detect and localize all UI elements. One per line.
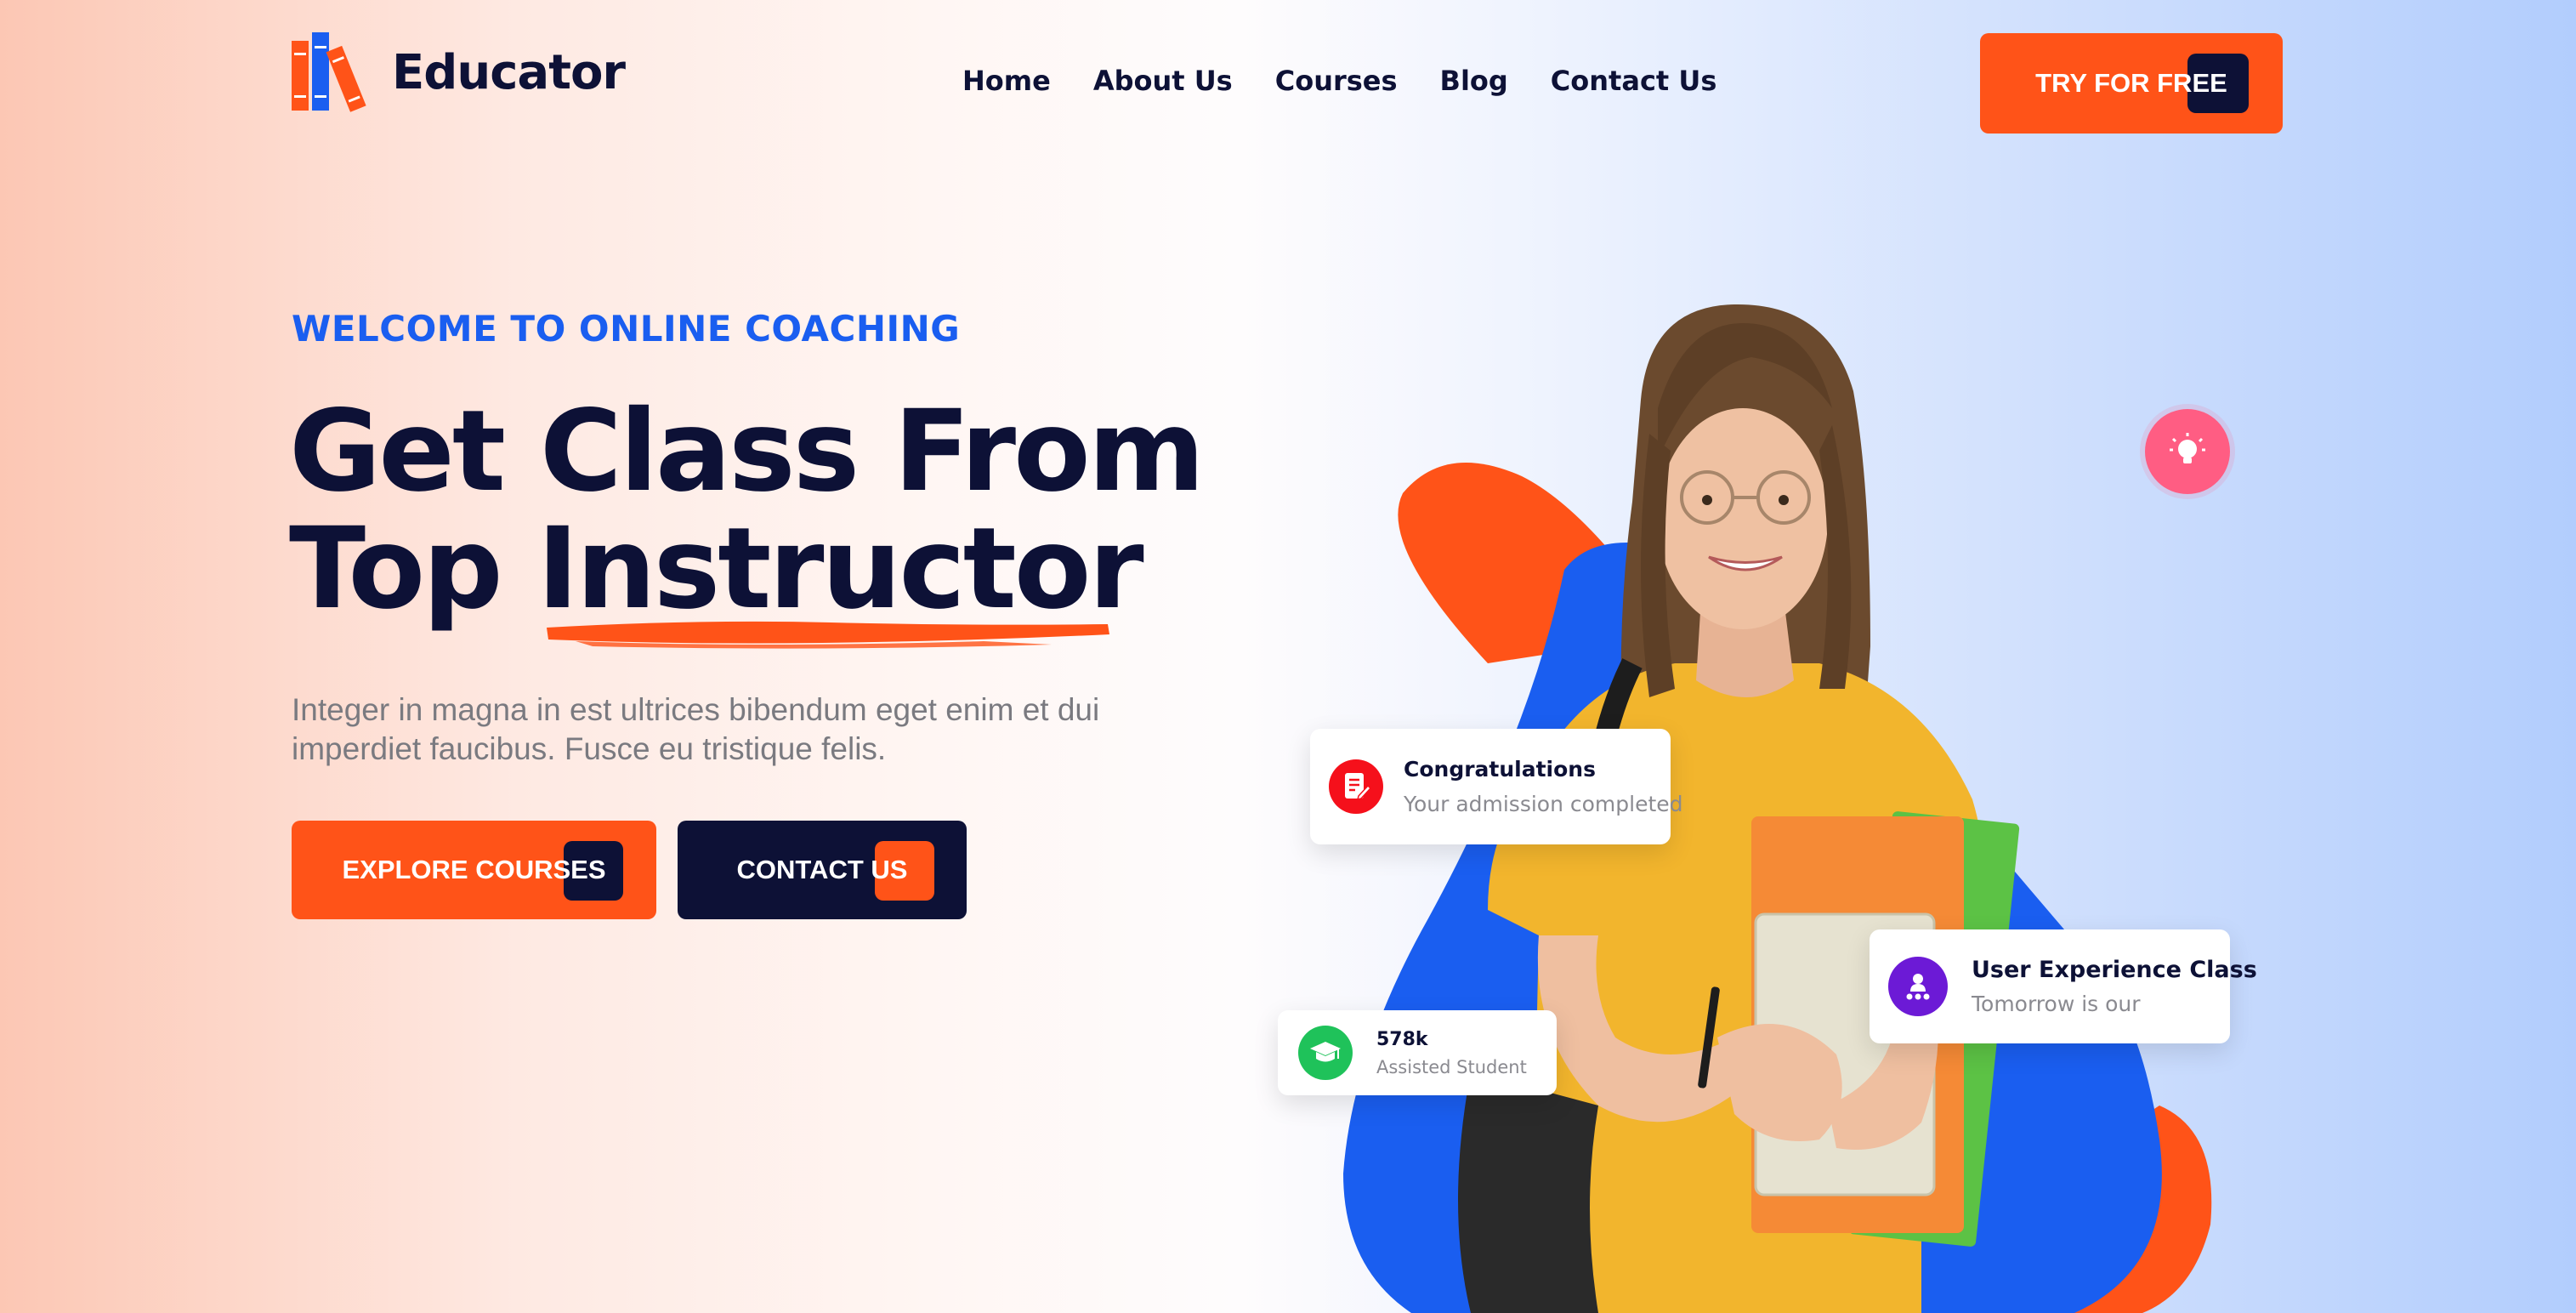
explore-courses-label: EXPLORE COURSES bbox=[342, 855, 606, 884]
brand-logo[interactable]: Educator bbox=[292, 32, 626, 112]
nav-item-blog[interactable]: Blog bbox=[1440, 65, 1508, 97]
nav-item-home[interactable]: Home bbox=[962, 65, 1051, 97]
lightbulb-icon bbox=[2170, 433, 2205, 463]
ux-class-card: User Experience Class Tomorrow is our bbox=[1870, 929, 2257, 1043]
card-subtitle: Assisted Student bbox=[1376, 1056, 1527, 1077]
hero-headline-line-2: Top Instructor bbox=[289, 503, 1144, 634]
explore-courses-button[interactable]: EXPLORE COURSES bbox=[292, 821, 656, 919]
try-for-free-label: TRY FOR FREE bbox=[2035, 68, 2227, 98]
graduation-cap-icon bbox=[1298, 1026, 1353, 1080]
brush-underline bbox=[547, 621, 1109, 649]
document-edit-icon bbox=[1329, 759, 1383, 814]
nav-item-about-us[interactable]: About Us bbox=[1093, 65, 1233, 97]
card-title: 578k bbox=[1376, 1028, 1428, 1050]
hero-headline: Get Class From Top Instructor bbox=[289, 386, 1205, 634]
congratulations-text: Congratulations Your admission completed bbox=[1404, 757, 1683, 816]
main-nav: Home About Us Courses Blog Contact Us bbox=[962, 65, 1716, 97]
card-subtitle: Your admission completed bbox=[1404, 792, 1683, 816]
contact-us-button[interactable]: CONTACT US bbox=[678, 821, 967, 919]
assisted-students-card: 578k Assisted Student bbox=[1278, 1010, 1557, 1095]
card-subtitle: Tomorrow is our bbox=[1972, 992, 2141, 1016]
idea-badge bbox=[2145, 409, 2230, 494]
card-title: Congratulations bbox=[1404, 757, 1596, 782]
student-group-icon bbox=[1888, 957, 1948, 1016]
brand-name: Educator bbox=[392, 44, 626, 100]
books-logo-icon bbox=[292, 32, 366, 112]
person-face bbox=[1658, 408, 1828, 629]
hero-eyebrow: WELCOME TO ONLINE COACHING bbox=[292, 308, 961, 350]
hero-description: Integer in magna in est ultrices bibendu… bbox=[292, 692, 1100, 766]
nav-item-courses[interactable]: Courses bbox=[1275, 65, 1398, 97]
assisted-students-text: 578k Assisted Student bbox=[1376, 1029, 1527, 1077]
try-for-free-button[interactable]: TRY FOR FREE bbox=[1980, 33, 2283, 134]
congratulations-card: Congratulations Your admission completed bbox=[1310, 729, 1683, 844]
hero-headline-line-1: Get Class From bbox=[289, 386, 1205, 517]
card-title: User Experience Class bbox=[1972, 957, 2257, 983]
contact-us-label: CONTACT US bbox=[736, 855, 908, 884]
backpack bbox=[1458, 1071, 1598, 1313]
nav-item-contact-us[interactable]: Contact Us bbox=[1551, 65, 1717, 97]
ux-class-text: User Experience Class Tomorrow is our bbox=[1972, 957, 2257, 1016]
